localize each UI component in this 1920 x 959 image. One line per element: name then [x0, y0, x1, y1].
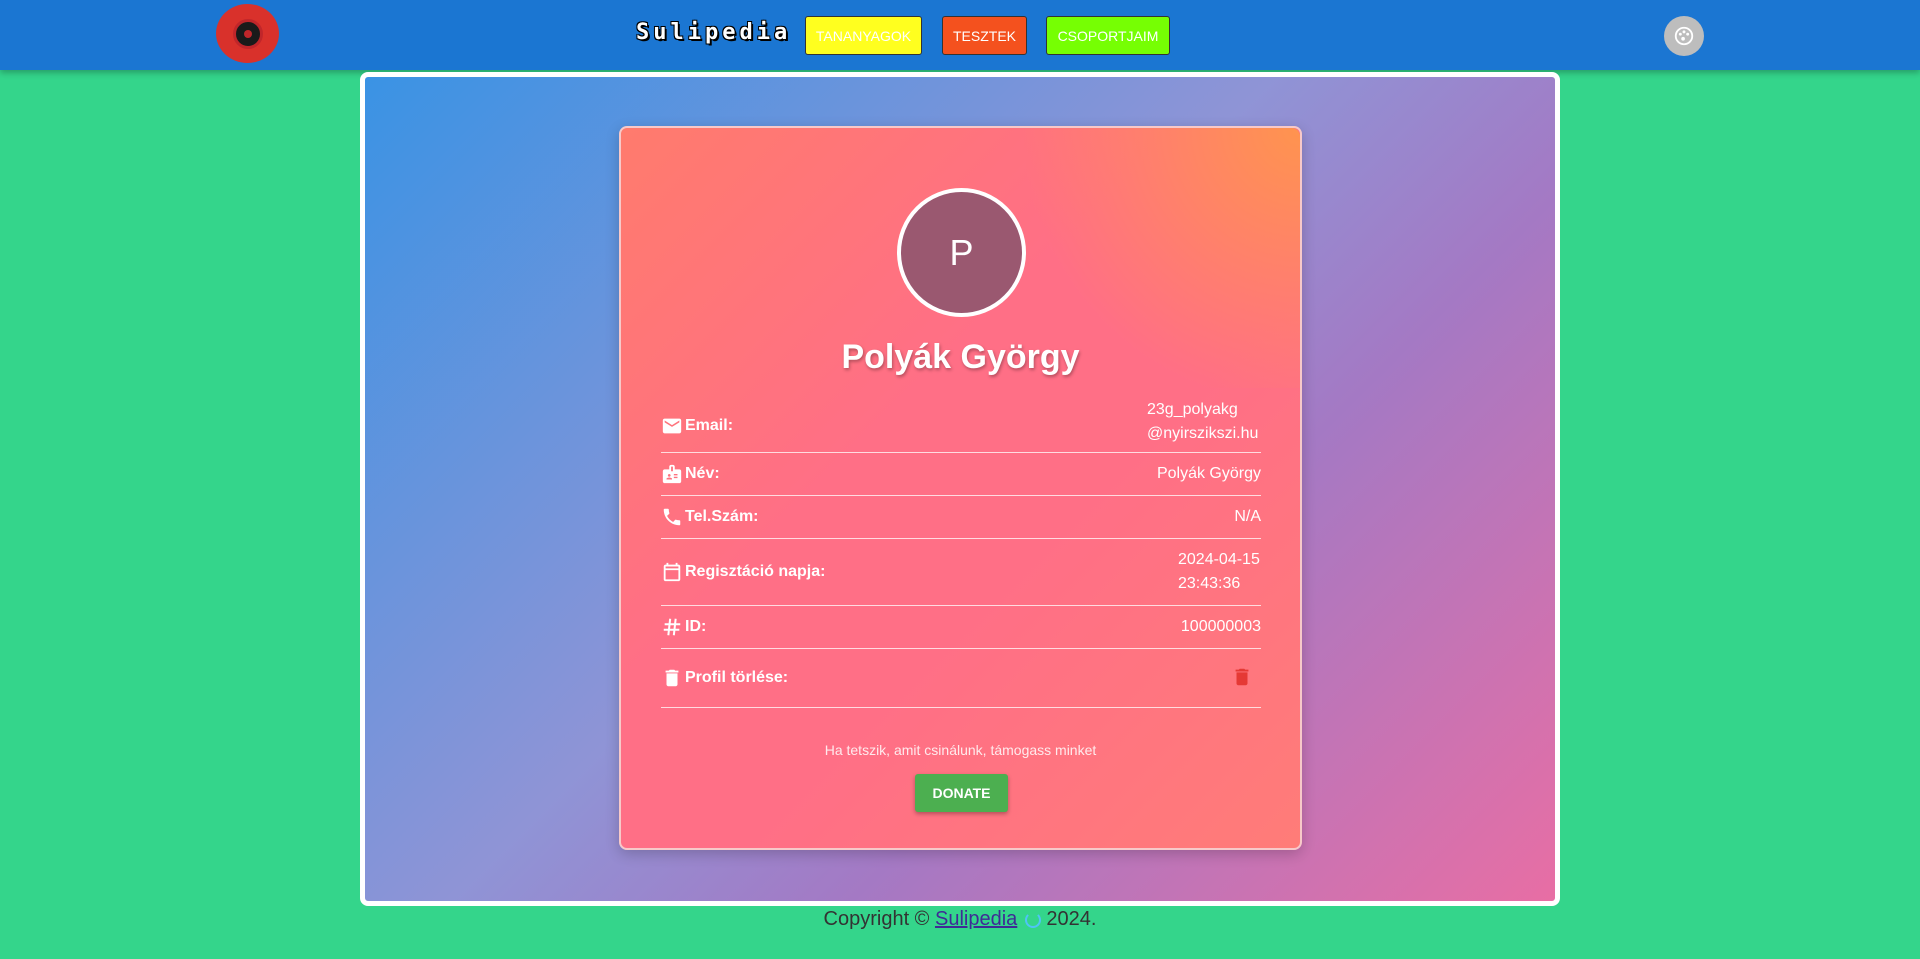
name-label: Név: [685, 465, 720, 482]
id-value: 100000003 [1180, 618, 1261, 635]
logo-icon [232, 18, 263, 49]
id-row: ID: 100000003 [661, 606, 1261, 649]
id-label: ID: [685, 618, 707, 635]
footer: Copyright © Sulipedia 2024. [0, 908, 1920, 931]
trash-icon [665, 669, 679, 687]
footer-suffix: 2024. [1046, 908, 1097, 930]
registration-date: 2024-04-15 [1178, 551, 1260, 568]
email-label: Email: [685, 417, 734, 434]
loading-icon [1024, 911, 1041, 928]
delete-profile-button[interactable] [1231, 666, 1253, 693]
phone-icon [663, 508, 681, 526]
badge-icon [662, 464, 682, 484]
hash-icon [663, 618, 681, 636]
email-value-line1: 23g_polyakg [1147, 401, 1238, 418]
logo[interactable] [216, 4, 279, 63]
support-text: Ha tetszik, amit csinálunk, támogass min… [824, 742, 1097, 758]
trash-icon [1235, 668, 1249, 686]
profile-name: Polyák György [841, 338, 1080, 376]
brand-title[interactable]: Sulipedia [636, 20, 791, 45]
phone-row: Tel.Szám: N/A [661, 496, 1261, 539]
phone-value: N/A [1234, 508, 1261, 525]
settings-button[interactable] [1664, 16, 1704, 56]
name-row: Név: Polyák György [661, 453, 1261, 496]
palette-icon [1674, 26, 1694, 46]
email-row: Email: 23g_polyakg @nyirszikszi.hu [661, 398, 1261, 453]
footer-prefix: Copyright © [823, 908, 930, 930]
avatar: P [897, 188, 1026, 317]
nav-tesztek-button[interactable]: TESZTEK [942, 16, 1027, 55]
donate-button[interactable]: DONATE [915, 774, 1008, 812]
name-value: Polyák György [1156, 465, 1261, 482]
top-navbar: Sulipedia TANANYAGOK TESZTEK CSOPORTJAIM [0, 0, 1920, 70]
registration-row: Regisztáció napja: 2024-04-15 23:43:36 [661, 539, 1261, 606]
delete-row: Profil törlése: [661, 649, 1261, 708]
delete-label: Profil törlése: [685, 669, 789, 686]
profile-card: P Polyák György Email: 23g_polyakg @nyir… [619, 126, 1302, 850]
mail-icon [662, 418, 682, 434]
phone-label: Tel.Szám: [685, 508, 759, 525]
email-value-line2: @nyirszikszi.hu [1147, 425, 1259, 442]
nav-csoportjaim-button[interactable]: CSOPORTJAIM [1046, 16, 1170, 55]
calendar-icon [663, 562, 681, 582]
registration-time: 23:43:36 [1178, 575, 1241, 592]
registration-label: Regisztáció napja: [685, 563, 826, 580]
nav-tananyagok-button[interactable]: TANANYAGOK [805, 16, 922, 55]
footer-link[interactable]: Sulipedia [935, 908, 1017, 930]
